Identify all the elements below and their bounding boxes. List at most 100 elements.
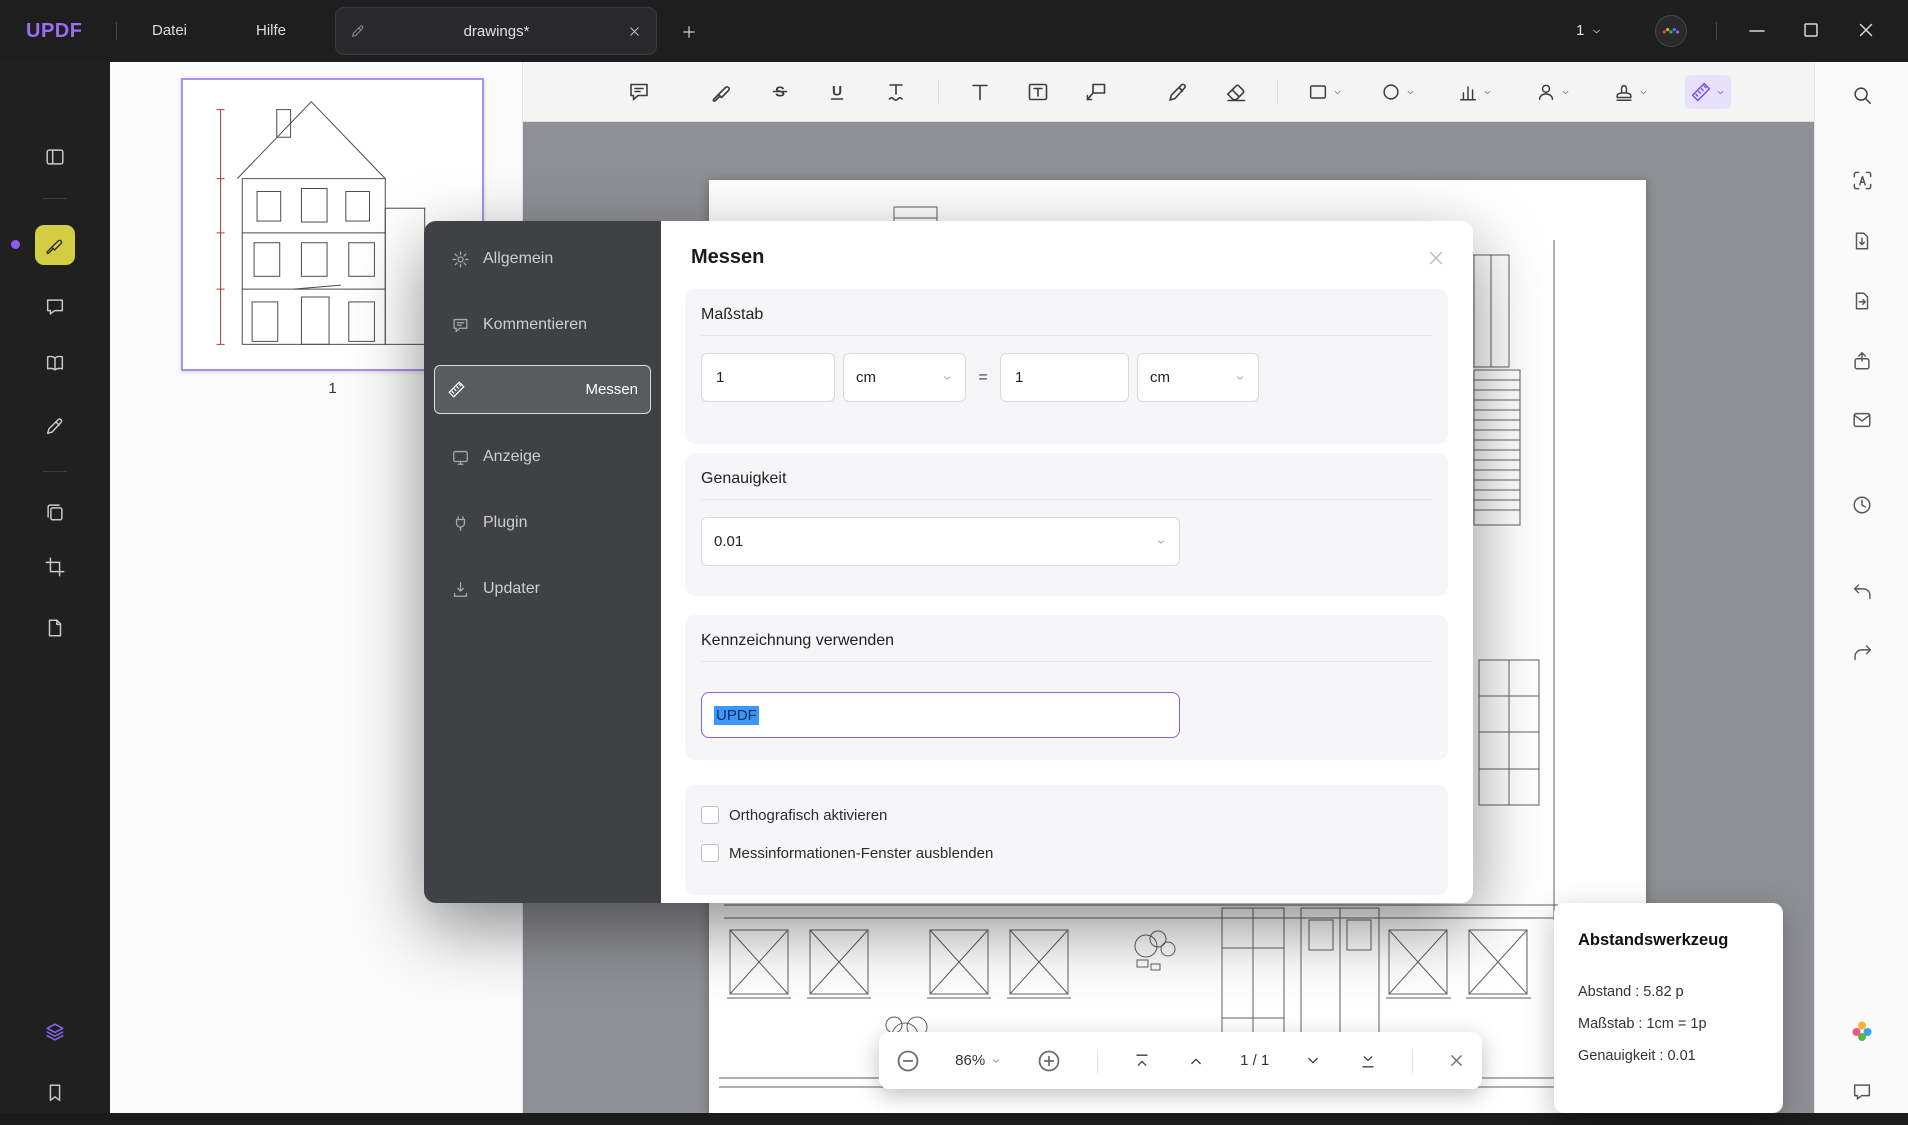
email-button[interactable] <box>1844 402 1880 438</box>
organize-pages-button[interactable] <box>35 492 75 532</box>
divider <box>116 22 117 40</box>
settings-nav-plugin[interactable]: Plugin <box>434 497 651 549</box>
dialog-close-button[interactable] <box>1425 247 1447 269</box>
ruler-icon <box>447 380 466 399</box>
nav-label: Updater <box>483 580 540 597</box>
ortho-checkbox[interactable] <box>701 806 719 824</box>
eraser-tool-button[interactable] <box>1219 75 1253 109</box>
zoom-level-select[interactable]: 86% <box>955 1052 1002 1069</box>
menu-hilfe[interactable]: Hilfe <box>248 0 294 62</box>
comment-panel-button[interactable] <box>1844 1074 1880 1110</box>
hide-window-option[interactable]: Messinformationen-Fenster ausblenden <box>701 840 1432 866</box>
highlighter-tool-button[interactable] <box>705 75 739 109</box>
chevron-down-icon[interactable] <box>1560 87 1571 98</box>
last-page-button[interactable] <box>1358 1051 1378 1071</box>
chevron-down-icon[interactable] <box>1638 87 1649 98</box>
divider <box>43 198 67 199</box>
first-page-button[interactable] <box>1132 1051 1152 1071</box>
tab-close-icon[interactable] <box>627 24 642 39</box>
crop-button[interactable] <box>35 547 75 587</box>
compress-button[interactable] <box>1844 223 1880 259</box>
edit-pen-icon <box>350 23 366 39</box>
input-value: 1 <box>716 369 725 386</box>
sticker-tool-button[interactable] <box>1530 75 1576 109</box>
signature-tool-button[interactable] <box>1161 75 1195 109</box>
thumbnail-panel-toggle[interactable] <box>35 137 75 177</box>
settings-nav-updater[interactable]: Updater <box>434 563 651 615</box>
convert-button[interactable] <box>1844 283 1880 319</box>
extract-button[interactable] <box>35 608 75 648</box>
rectangle-shape-button[interactable] <box>1302 75 1348 109</box>
settings-dialog: Allgemein Kommentieren Messen Anzeige Pl… <box>424 221 1473 903</box>
nav-label: Anzeige <box>483 448 541 465</box>
text-tool-button[interactable] <box>963 75 997 109</box>
ortho-option[interactable]: Orthografisch aktivieren <box>701 802 1432 828</box>
underline-tool-button[interactable] <box>820 75 854 109</box>
document-tab[interactable]: drawings* <box>335 7 657 55</box>
measure-distance: Abstand : 5.82 p <box>1578 984 1684 1000</box>
annotation-toolbar <box>523 62 1814 122</box>
precision-select[interactable]: 0.01 <box>701 517 1180 566</box>
ai-assistant-button[interactable] <box>1844 1013 1880 1049</box>
next-page-button[interactable] <box>1303 1051 1323 1071</box>
comment-tool-button[interactable] <box>622 75 656 109</box>
scale-unit-left-select[interactable]: cm <box>843 353 966 402</box>
history-button[interactable] <box>1844 487 1880 523</box>
nav-label: Allgemein <box>483 250 554 267</box>
comment-mode-button[interactable] <box>35 287 75 327</box>
close-pager-button[interactable] <box>1447 1051 1466 1070</box>
ellipse-shape-button[interactable] <box>1375 75 1421 109</box>
chevron-down-icon[interactable] <box>1715 87 1726 98</box>
bookmark-button[interactable] <box>35 1073 75 1113</box>
nav-label: Messen <box>585 381 638 398</box>
markup-mode-button[interactable] <box>35 225 75 265</box>
chevron-down-icon[interactable] <box>1405 87 1416 98</box>
options-section: Orthografisch aktivieren Messinformation… <box>685 785 1448 895</box>
chart-tool-button[interactable] <box>1452 75 1498 109</box>
ortho-label: Orthografisch aktivieren <box>729 806 888 824</box>
label-text-input[interactable]: UPDF <box>701 692 1180 738</box>
settings-nav-kommentieren[interactable]: Kommentieren <box>434 299 651 351</box>
redo-button[interactable] <box>1844 634 1880 670</box>
stamp-tool-button[interactable] <box>1608 75 1654 109</box>
reader-mode-button[interactable] <box>35 343 75 383</box>
chevron-down-icon[interactable] <box>1332 87 1343 98</box>
scale-unit-right-select[interactable]: cm <box>1137 353 1259 402</box>
nav-label: Kommentieren <box>483 316 588 333</box>
zoom-out-button[interactable] <box>895 1048 921 1074</box>
undo-button[interactable] <box>1844 573 1880 609</box>
updf-logo: UPDF <box>26 20 83 42</box>
settings-nav-allgemein[interactable]: Allgemein <box>434 233 651 285</box>
menu-datei[interactable]: Datei <box>144 0 195 62</box>
avatar[interactable] <box>1655 15 1687 47</box>
minimize-button[interactable] <box>1745 19 1769 43</box>
scale-value-left-input[interactable]: 1 <box>701 353 835 402</box>
comment-icon <box>451 316 470 335</box>
close-window-button[interactable] <box>1855 19 1879 43</box>
callout-tool-button[interactable] <box>1079 75 1113 109</box>
settings-nav-anzeige[interactable]: Anzeige <box>434 431 651 483</box>
plugin-icon <box>451 514 470 533</box>
zoom-pager-bar: 86% 1 / 1 <box>879 1032 1482 1089</box>
squiggly-underline-tool-button[interactable] <box>879 75 913 109</box>
precision-section: Genauigkeit 0.01 <box>685 453 1448 596</box>
scale-value-right-input[interactable]: 1 <box>1000 353 1129 402</box>
maximize-button[interactable] <box>1800 19 1824 43</box>
textbox-tool-button[interactable] <box>1021 75 1055 109</box>
search-button[interactable] <box>1844 77 1880 113</box>
measure-tool-button[interactable] <box>1685 75 1731 109</box>
chevron-down-icon[interactable] <box>1482 87 1493 98</box>
hide-window-checkbox[interactable] <box>701 844 719 862</box>
ocr-button[interactable] <box>1844 162 1880 198</box>
settings-nav-messen[interactable]: Messen <box>434 365 651 414</box>
annotation-count[interactable]: 1 <box>1576 0 1603 62</box>
strikethrough-tool-button[interactable] <box>763 75 797 109</box>
previous-page-button[interactable] <box>1186 1051 1206 1071</box>
edit-mode-button[interactable] <box>35 406 75 446</box>
page-position[interactable]: 1 / 1 <box>1240 1052 1269 1069</box>
share-button[interactable] <box>1844 343 1880 379</box>
layers-button[interactable] <box>35 1012 75 1052</box>
zoom-in-button[interactable] <box>1036 1048 1062 1074</box>
annotation-count-value: 1 <box>1576 22 1585 39</box>
new-tab-button[interactable] <box>680 23 698 41</box>
